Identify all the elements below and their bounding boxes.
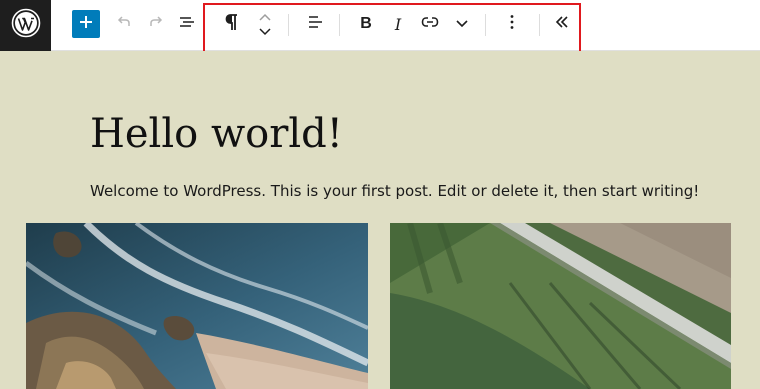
align-left-icon: [306, 13, 324, 36]
bold-button[interactable]: B: [354, 12, 378, 36]
post-paragraph[interactable]: Welcome to WordPress. This is your first…: [90, 182, 699, 200]
plus-icon: [79, 15, 93, 34]
editor-canvas: Hello world! Welcome to WordPress. This …: [0, 51, 760, 389]
wordpress-logo-button[interactable]: [0, 0, 51, 51]
post-title[interactable]: Hello world!: [90, 111, 343, 157]
paragraph-icon: [224, 13, 240, 36]
list-view-icon: [178, 13, 196, 36]
gallery-image-coastline[interactable]: [26, 223, 368, 389]
link-icon: [420, 15, 440, 34]
editor-top-toolbar: B I: [0, 0, 760, 56]
chevron-down-icon: [258, 23, 272, 41]
toolbar-separator: [288, 14, 289, 36]
undo-icon: [115, 13, 133, 36]
toolbar-separator: [339, 14, 340, 36]
list-view-button[interactable]: [175, 12, 199, 36]
more-vertical-icon: [509, 13, 515, 36]
toolbar-separator: [539, 14, 540, 36]
undo-button[interactable]: [112, 12, 136, 36]
move-down-button[interactable]: [255, 25, 275, 38]
chevron-down-icon: [455, 15, 469, 33]
redo-button[interactable]: [144, 12, 168, 36]
more-format-button[interactable]: [450, 12, 474, 36]
block-options-button[interactable]: [500, 12, 524, 36]
collapse-toolbar-button[interactable]: [550, 12, 574, 36]
add-block-button[interactable]: [72, 10, 100, 38]
redo-icon: [147, 13, 165, 36]
block-type-button[interactable]: [220, 12, 244, 36]
gallery-image-fields[interactable]: [390, 223, 731, 389]
link-button[interactable]: [418, 12, 442, 36]
chevrons-left-icon: [554, 15, 570, 34]
toolbar-separator: [485, 14, 486, 36]
italic-button[interactable]: I: [386, 12, 410, 36]
wordpress-logo-icon: [11, 8, 41, 43]
align-button[interactable]: [303, 12, 327, 36]
